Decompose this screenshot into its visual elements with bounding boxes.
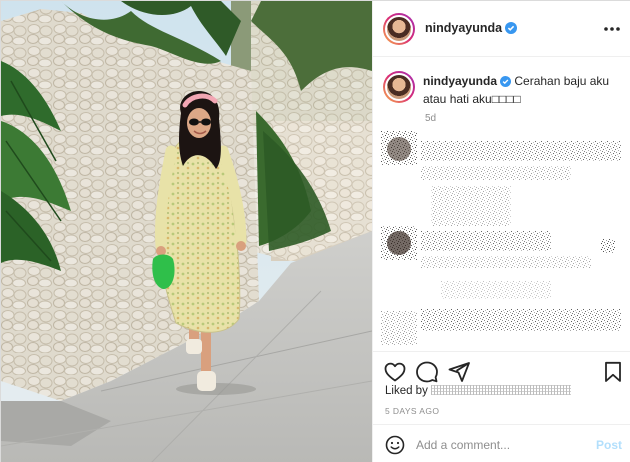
likes-prefix: Liked by bbox=[385, 385, 428, 397]
post-photo[interactable] bbox=[1, 1, 372, 462]
more-options-icon[interactable] bbox=[602, 19, 622, 39]
likes-line: Liked by bbox=[385, 385, 571, 397]
post-time-ago: 5 DAYS AGO bbox=[385, 406, 440, 416]
comments-pixelated bbox=[381, 131, 621, 345]
emoji-icon[interactable] bbox=[385, 435, 405, 455]
post-comment-button[interactable]: Post bbox=[596, 438, 622, 452]
caption-time: 5d bbox=[425, 113, 437, 124]
header-username-row: nindyayunda bbox=[425, 21, 518, 37]
avatar-image bbox=[385, 15, 413, 43]
comment-icon[interactable] bbox=[415, 360, 439, 384]
heart-icon[interactable] bbox=[383, 360, 407, 384]
paper-plane-icon[interactable] bbox=[447, 360, 471, 384]
add-comment-bar: Post bbox=[373, 424, 630, 462]
caption: nindyayunda Cerahan baju aku atau hati a… bbox=[423, 73, 623, 107]
comment-input[interactable] bbox=[416, 435, 586, 455]
post-header: nindyayunda bbox=[373, 1, 630, 57]
avatar[interactable] bbox=[383, 13, 415, 45]
likes-names-pixelated[interactable] bbox=[430, 385, 571, 395]
action-bar bbox=[373, 351, 630, 389]
instagram-post-modal: nindyayunda nindyayunda Cerahan baju aku… bbox=[0, 0, 630, 462]
bookmark-icon[interactable] bbox=[601, 360, 625, 384]
photo-image bbox=[1, 1, 372, 462]
caption-avatar[interactable] bbox=[383, 71, 415, 103]
header-username[interactable]: nindyayunda bbox=[425, 21, 502, 35]
caption-verified-badge-icon bbox=[500, 75, 512, 91]
caption-avatar-image bbox=[385, 73, 413, 101]
caption-username[interactable]: nindyayunda bbox=[423, 74, 497, 88]
verified-badge-icon bbox=[505, 22, 518, 37]
post-side-panel: nindyayunda nindyayunda Cerahan baju aku… bbox=[372, 1, 630, 462]
